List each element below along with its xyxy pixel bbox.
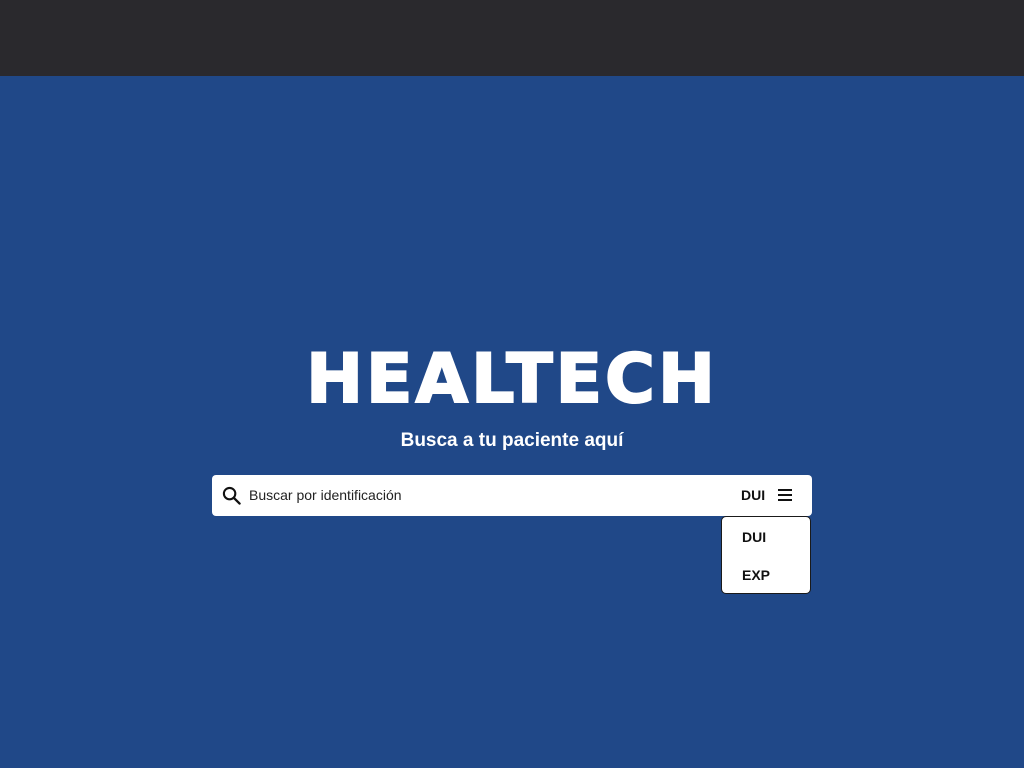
- hamburger-menu-icon[interactable]: [777, 487, 793, 503]
- search-input[interactable]: [249, 483, 719, 507]
- search-bar: DUI: [212, 475, 812, 516]
- id-type-dropdown: DUI EXP: [721, 516, 811, 594]
- dropdown-option-dui[interactable]: DUI: [742, 528, 766, 546]
- search-icon: [222, 486, 241, 505]
- main-area: HEALTECH Busca a tu paciente aquí DUI: [0, 76, 1024, 768]
- page-subtitle: Busca a tu paciente aquí: [400, 430, 624, 451]
- app-logo: HEALTECH: [305, 339, 718, 420]
- selected-id-type: DUI: [741, 487, 766, 503]
- dropdown-option-exp[interactable]: EXP: [742, 566, 770, 584]
- top-bar: [0, 0, 1024, 76]
